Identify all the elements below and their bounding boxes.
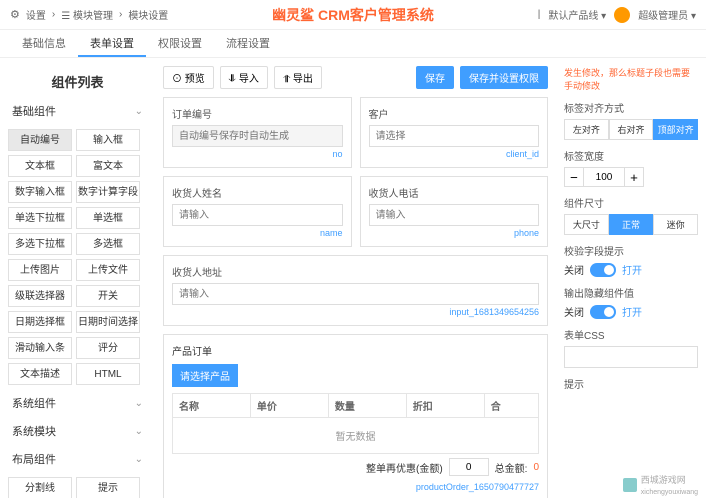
- label-width-input[interactable]: [584, 167, 624, 187]
- form-css-input[interactable]: [564, 346, 698, 368]
- phone-input[interactable]: [369, 204, 540, 226]
- chevron-down-icon: ⌄: [135, 106, 143, 117]
- warning-text: 发生修改，那么标题子段也需要手动修改: [564, 66, 698, 92]
- form-canvas: ⊙ 预览 ⥥ 导入 ⥣ 导出 保存 保存并设置权限 订单编号 no 客户 cli…: [155, 58, 556, 498]
- tab-basic[interactable]: 基础信息: [10, 30, 78, 57]
- order-no-input[interactable]: [172, 125, 343, 147]
- tab-flow[interactable]: 流程设置: [214, 30, 282, 57]
- align-top[interactable]: 顶部对齐: [653, 119, 698, 140]
- chevron-down-icon: ⌄: [135, 454, 143, 465]
- avatar[interactable]: [614, 7, 630, 23]
- comp-单选框[interactable]: 单选框: [76, 207, 140, 229]
- comp-多选框[interactable]: 多选框: [76, 233, 140, 255]
- comp-数字输入框[interactable]: 数字输入框: [8, 181, 72, 203]
- field-client[interactable]: 客户 client_id: [360, 97, 549, 168]
- field-address[interactable]: 收货人地址 input_1681349654256: [163, 255, 548, 326]
- section-basic[interactable]: 基础组件⌄: [8, 97, 147, 125]
- select-product-button[interactable]: 请选择产品: [172, 364, 238, 387]
- hidden-switch[interactable]: [590, 305, 616, 319]
- field-phone[interactable]: 收货人电话 phone: [360, 176, 549, 247]
- watermark-logo-icon: [623, 478, 637, 492]
- empty-state: 暂无数据: [173, 418, 539, 454]
- comp-单选下拉框[interactable]: 单选下拉框: [8, 207, 72, 229]
- comp-日期时间选择框[interactable]: 日期时间选择框: [76, 311, 140, 333]
- comp-富文本[interactable]: 富文本: [76, 155, 140, 177]
- comp-输入框[interactable]: 输入框: [76, 129, 140, 151]
- total-amount: 0: [533, 462, 539, 473]
- chevron-down-icon: ⌄: [135, 398, 143, 409]
- field-name[interactable]: 收货人姓名 name: [163, 176, 352, 247]
- size-normal[interactable]: 正常: [609, 214, 654, 235]
- import-button[interactable]: ⥥ 导入: [220, 66, 268, 89]
- plus-button[interactable]: +: [624, 167, 644, 187]
- chevron-down-icon: ⌄: [135, 426, 143, 437]
- export-button[interactable]: ⥣ 导出: [274, 66, 322, 89]
- product-table: 名称单价数量折扣合 暂无数据: [172, 393, 539, 454]
- label-align-group: 左对齐 右对齐 顶部对齐: [564, 119, 698, 140]
- size-large[interactable]: 大尺寸: [564, 214, 609, 235]
- field-order-no[interactable]: 订单编号 no: [163, 97, 352, 168]
- comp-评分[interactable]: 评分: [76, 337, 140, 359]
- label-width-stepper[interactable]: − +: [564, 167, 698, 187]
- tab-form[interactable]: 表单设置: [78, 30, 146, 57]
- property-panel: 发生修改，那么标题子段也需要手动修改 标签对齐方式 左对齐 右对齐 顶部对齐 标…: [556, 58, 706, 498]
- discount-input[interactable]: [449, 458, 489, 476]
- align-right[interactable]: 右对齐: [609, 119, 654, 140]
- comp-文本描述[interactable]: 文本描述: [8, 363, 72, 385]
- save-perm-button[interactable]: 保存并设置权限: [460, 66, 548, 89]
- align-left[interactable]: 左对齐: [564, 119, 609, 140]
- validate-switch[interactable]: [590, 263, 616, 277]
- comp-多选下拉框[interactable]: 多选下拉框: [8, 233, 72, 255]
- product-order-card[interactable]: 产品订单 请选择产品 名称单价数量折扣合 暂无数据 整单再优惠(金额) 总金额:…: [163, 334, 548, 498]
- comp-size-group: 大尺寸 正常 迷你: [564, 214, 698, 235]
- section-system-mod[interactable]: 系统模块⌄: [8, 417, 147, 445]
- comp-滑动输入条[interactable]: 滑动输入条: [8, 337, 72, 359]
- comp-上传文件[interactable]: 上传文件: [76, 259, 140, 281]
- component-palette: 组件列表 基础组件⌄ 自动编号输入框文本框富文本数字输入框数字计算字段单选下拉框…: [0, 58, 155, 498]
- comp-HTML[interactable]: HTML: [76, 363, 140, 385]
- size-mini[interactable]: 迷你: [653, 214, 698, 235]
- comp-提示[interactable]: 提示: [76, 477, 140, 498]
- address-input[interactable]: [172, 283, 539, 305]
- comp-级联选择器[interactable]: 级联选择器: [8, 285, 72, 307]
- user-role[interactable]: 超级管理员 ▾: [638, 7, 696, 22]
- comp-上传图片[interactable]: 上传图片: [8, 259, 72, 281]
- preview-button[interactable]: ⊙ 预览: [163, 66, 214, 89]
- comp-日期选择框[interactable]: 日期选择框: [8, 311, 72, 333]
- comp-分割线[interactable]: 分割线: [8, 477, 72, 498]
- gear-icon: ⚙: [10, 8, 20, 21]
- comp-自动编号[interactable]: 自动编号: [8, 129, 72, 151]
- product-line-select[interactable]: 默认产品线 ▾: [548, 7, 606, 22]
- main-tabs: 基础信息 表单设置 权限设置 流程设置: [0, 30, 706, 58]
- breadcrumb-link[interactable]: ☰ 模块管理: [61, 7, 113, 22]
- watermark: 西城游戏网xichengyouxiwang: [623, 473, 698, 496]
- tab-permission[interactable]: 权限设置: [146, 30, 214, 57]
- section-layout[interactable]: 布局组件⌄: [8, 445, 147, 473]
- client-select[interactable]: [369, 125, 540, 147]
- minus-button[interactable]: −: [564, 167, 584, 187]
- section-system-comp[interactable]: 系统组件⌄: [8, 389, 147, 417]
- palette-title: 组件列表: [8, 66, 147, 97]
- name-input[interactable]: [172, 204, 343, 226]
- comp-文本框[interactable]: 文本框: [8, 155, 72, 177]
- comp-开关[interactable]: 开关: [76, 285, 140, 307]
- save-button[interactable]: 保存: [416, 66, 454, 89]
- divider-icon: |: [538, 9, 541, 20]
- system-title: 幽灵鲨 CRM客户管理系统: [168, 5, 537, 25]
- breadcrumb: ⚙ 设置› ☰ 模块管理› 模块设置: [10, 7, 168, 22]
- comp-数字计算字段[interactable]: 数字计算字段: [76, 181, 140, 203]
